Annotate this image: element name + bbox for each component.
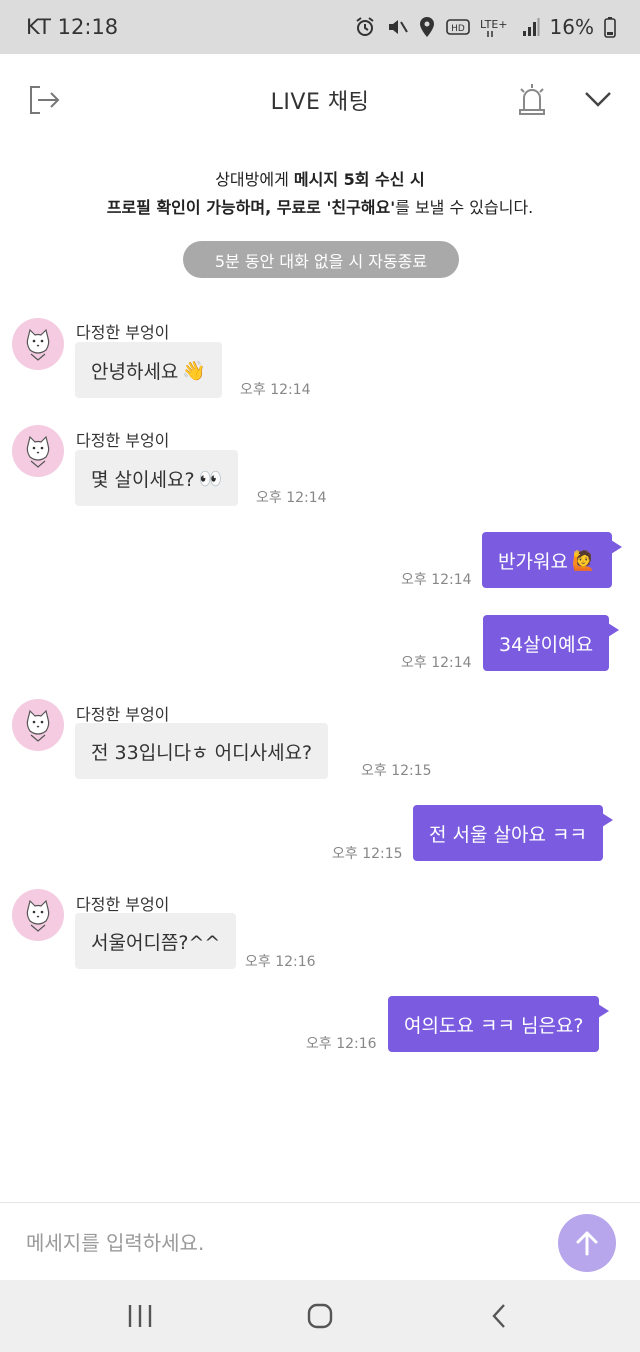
notice-line-2: 프로필 확인이 가능하며, 무료로 '친구해요'를 보낼 수 있습니다. [0,194,640,222]
chat-notice: 상대방에게 메시지 5회 수신 시 프로필 확인이 가능하며, 무료로 '친구해… [0,166,640,222]
owl-avatar-icon [26,328,50,361]
message-text: 몇 살이세요? [91,468,195,491]
siren-icon [519,84,545,115]
svg-text:HD: HD [451,24,465,34]
chat-header: LIVE 채팅 [0,54,640,146]
notice-line-1: 상대방에게 메시지 5회 수신 시 [0,166,640,194]
back-icon [492,1304,505,1328]
message-input[interactable]: 메세지를 입력하세요. [26,1227,204,1256]
lte-icon: LTE+ [480,16,512,38]
message-time: 오후 12:14 [401,572,472,588]
notice-line-2-text: 를 보낼 수 있습니다. [395,198,534,217]
notice-line-1-text: 상대방에게 [215,170,294,189]
sender-name: 다정한 부엉이 [76,323,170,342]
send-button[interactable] [558,1214,616,1272]
sender-name: 다정한 부엉이 [76,895,170,914]
hd-icon: HD [445,18,470,36]
message-text: 서울어디쯤?^^ [91,931,221,954]
mute-icon [386,16,408,38]
notice-line-2-bold: 프로필 확인이 가능하며, 무료로 '친구해요' [106,198,396,217]
message-bubble-outgoing[interactable]: 전 서울 살아요 ㅋㅋ [413,805,613,861]
system-nav-bar [0,1280,640,1352]
avatar[interactable] [12,699,64,751]
exit-icon [30,86,60,114]
waving-hand-icon: 👋 [182,359,207,382]
message-input-bar: 메세지를 입력하세요. [0,1202,640,1280]
send-arrow-icon [576,1231,598,1256]
status-bar: KT 12:18 HD LTE+ 16% [0,0,640,54]
avatar[interactable] [12,318,64,370]
avatar[interactable] [12,889,64,941]
raising-hand-icon: 🙋 [571,549,596,572]
collapse-button[interactable] [578,78,618,120]
signal-icon [522,17,540,37]
message-text: 여의도요 ㅋㅋ 님은요? [404,1014,584,1037]
message-bubble-outgoing[interactable]: 반가워요 🙋 [482,532,622,588]
message-time: 오후 12:14 [401,655,472,671]
owl-avatar-icon [26,435,50,468]
message-text: 안녕하세요 [91,360,179,383]
battery-icon [604,16,616,38]
message-text: 반가워요 [498,550,568,573]
message-time: 오후 12:14 [256,490,327,506]
svg-text:LTE+: LTE+ [480,18,508,31]
message-bubble-incoming[interactable]: 전 33입니다ㅎ 어디사세요? [75,723,329,779]
message-time: 오후 12:15 [332,846,403,862]
message-time: 오후 12:16 [306,1036,377,1052]
message-bubble-outgoing[interactable]: 여의도요 ㅋㅋ 님은요? [388,996,610,1052]
auto-end-badge: 5분 동안 대화 없을 시 자동종료 [183,241,459,278]
report-button[interactable] [512,78,552,120]
alarm-icon [354,16,376,38]
message-bubble-incoming[interactable]: 안녕하세요 👋 [75,342,223,398]
exit-button[interactable] [24,80,64,120]
battery-percentage: 16% [549,15,594,39]
recent-apps-icon [128,1305,152,1327]
message-text: 34살이예요 [499,633,594,656]
message-time: 오후 12:16 [245,954,316,970]
notice-line-1-bold: 메시지 5회 수신 시 [293,170,425,189]
home-icon [307,1303,333,1329]
location-icon [418,16,436,38]
message-bubble-incoming[interactable]: 몇 살이세요? 👀 [75,450,239,506]
message-time: 오후 12:14 [240,382,311,398]
sender-name: 다정한 부엉이 [76,705,170,724]
recent-apps-button[interactable] [118,1294,162,1338]
message-bubble-outgoing[interactable]: 34살이예요 [483,615,620,671]
sender-name: 다정한 부엉이 [76,431,170,450]
owl-avatar-icon [26,899,50,932]
header-title: LIVE 채팅 [270,90,370,115]
chevron-down-icon [585,92,611,107]
back-button[interactable] [478,1294,522,1338]
message-bubble-incoming[interactable]: 서울어디쯤?^^ [75,913,237,969]
message-text: 전 33입니다ㅎ 어디사세요? [91,741,313,764]
status-carrier-time: KT 12:18 [26,15,119,39]
eyes-icon: 👀 [198,467,223,490]
message-time: 오후 12:15 [361,763,432,779]
avatar[interactable] [12,425,64,477]
home-button[interactable] [298,1294,342,1338]
message-text: 전 서울 살아요 ㅋㅋ [429,823,587,846]
owl-avatar-icon [26,709,50,742]
